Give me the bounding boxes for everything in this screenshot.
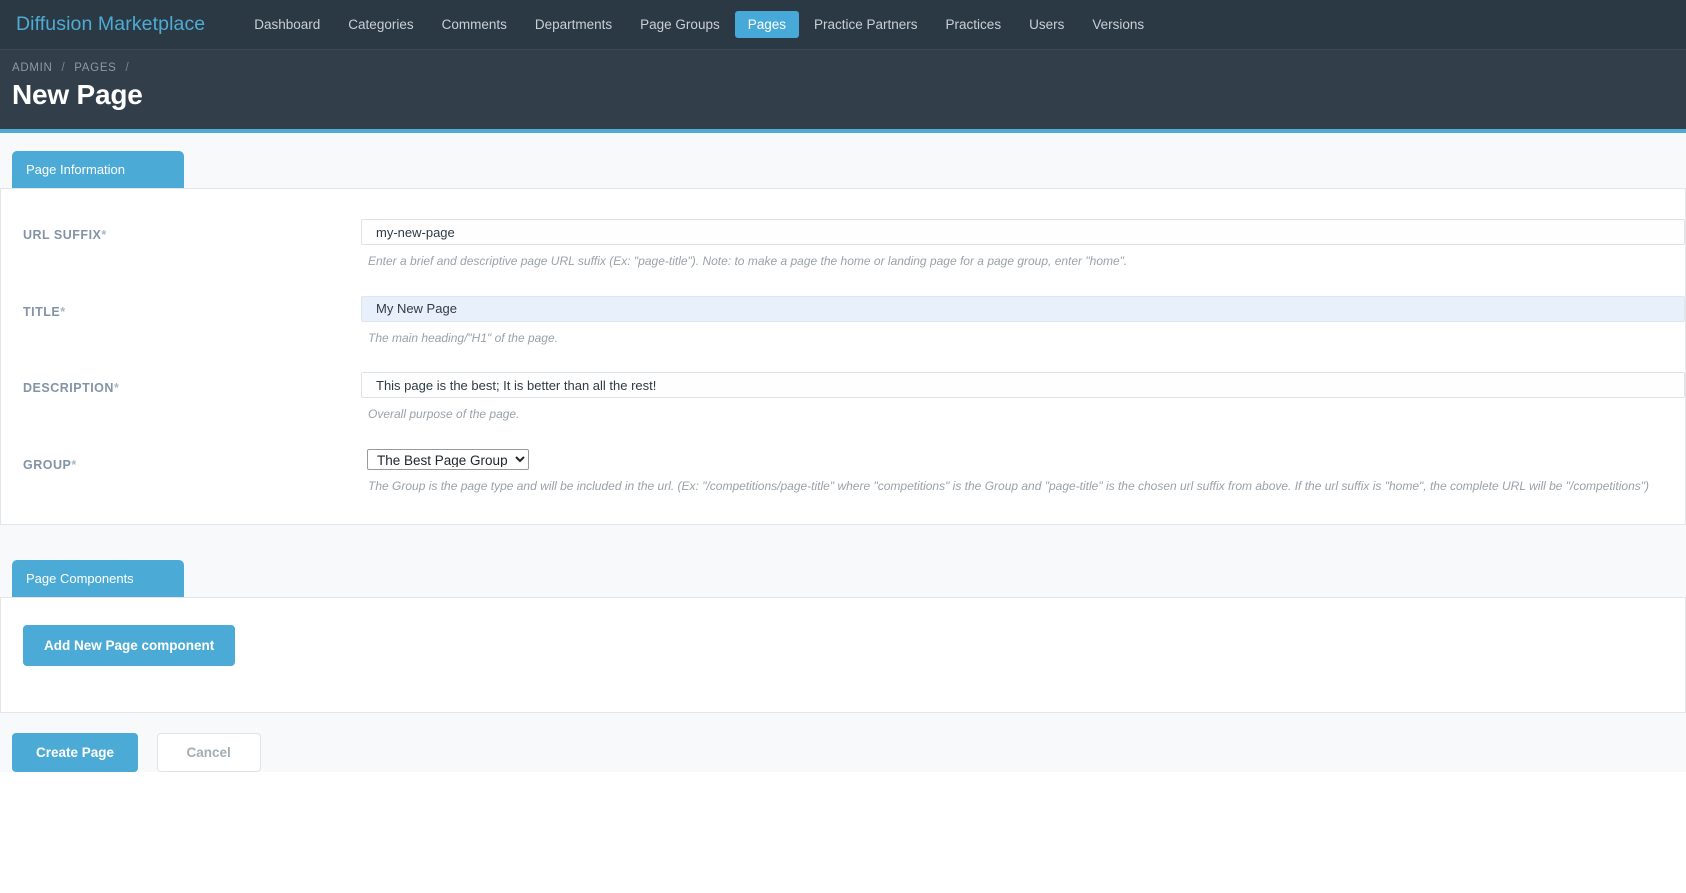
page-components-tab[interactable]: Page Components <box>12 560 184 598</box>
description-input[interactable] <box>361 372 1685 399</box>
field-url-suffix: Enter a brief and descriptive page URL s… <box>361 219 1685 270</box>
page-information-tab[interactable]: Page Information <box>12 151 184 188</box>
label-group-text: GROUP <box>23 457 72 472</box>
add-new-page-component-button[interactable]: Add New Page component <box>23 625 236 667</box>
panel-bottom-spacer <box>1 494 1685 524</box>
group-select[interactable]: The Best Page Group <box>367 448 529 470</box>
nav-link-practices[interactable]: Practices <box>933 11 1015 38</box>
primary-nav: Dashboard Categories Comments Department… <box>240 11 1158 38</box>
form-row-url-suffix: URL SUFFIX* Enter a brief and descriptiv… <box>1 219 1685 270</box>
page-information-tab-row: Page Information <box>0 133 1686 188</box>
form-row-group: GROUP* The Best Page Group The Group is … <box>1 448 1685 495</box>
page-information-body: URL SUFFIX* Enter a brief and descriptiv… <box>0 188 1686 526</box>
main-content: Page Information URL SUFFIX* Enter a bri… <box>0 133 1686 773</box>
nav-link-users[interactable]: Users <box>1016 11 1077 38</box>
field-description: Overall purpose of the page. <box>361 372 1685 423</box>
label-description-text: DESCRIPTION <box>23 381 114 396</box>
field-title: The main heading/"H1" of the page. <box>361 295 1685 347</box>
help-url-suffix: Enter a brief and descriptive page URL s… <box>368 254 1128 268</box>
page-components-body: Add New Page component <box>0 597 1686 714</box>
page-components-panel: Page Components Add New Page component <box>0 542 1686 714</box>
required-marker-title: * <box>60 304 66 319</box>
row-spacer-2 <box>1 346 1685 372</box>
brand-logo[interactable]: Diffusion Marketplace <box>11 13 210 36</box>
breadcrumb-item-admin[interactable]: ADMIN <box>12 62 53 74</box>
nav-link-departments[interactable]: Departments <box>522 11 625 38</box>
row-spacer-3 <box>1 423 1685 449</box>
create-page-button[interactable]: Create Page <box>12 733 139 773</box>
required-marker-description: * <box>113 381 120 396</box>
nav-link-versions[interactable]: Versions <box>1079 11 1157 38</box>
url-suffix-input[interactable] <box>361 219 1685 245</box>
help-title: The main heading/"H1" of the page. <box>368 330 558 345</box>
help-description: Overall purpose of the page. <box>368 407 520 422</box>
label-url-suffix-text: URL SUFFIX <box>23 228 102 242</box>
breadcrumb-item-pages[interactable]: PAGES <box>74 62 116 74</box>
page-components-tab-row: Page Components <box>0 542 1686 598</box>
nav-link-comments[interactable]: Comments <box>429 11 520 38</box>
breadcrumb-separator: / <box>61 62 66 74</box>
field-group: The Best Page Group The Group is the pag… <box>361 448 1685 495</box>
label-title-text: TITLE <box>23 304 61 319</box>
breadcrumb: ADMIN / PAGES / <box>12 62 1674 74</box>
form-row-title: TITLE* The main heading/"H1" of the page… <box>1 295 1685 347</box>
label-title: TITLE* <box>1 296 361 319</box>
page-title: New Page <box>12 79 143 110</box>
required-marker-url-suffix: * <box>101 228 107 242</box>
nav-link-dashboard[interactable]: Dashboard <box>241 11 333 38</box>
nav-link-pages[interactable]: Pages <box>734 11 799 38</box>
label-url-suffix: URL SUFFIX* <box>1 219 361 242</box>
row-spacer-1 <box>1 270 1685 296</box>
title-input[interactable] <box>361 295 1685 322</box>
top-navbar: Diffusion Marketplace Dashboard Categori… <box>0 0 1686 49</box>
breadcrumb-separator-2: / <box>125 62 130 74</box>
nav-link-page-groups[interactable]: Page Groups <box>627 11 733 38</box>
page-information-panel: Page Information URL SUFFIX* Enter a bri… <box>0 133 1686 526</box>
form-actions: Create Page Cancel <box>0 713 1686 773</box>
form-row-description: DESCRIPTION* Overall purpose of the page… <box>1 372 1685 423</box>
nav-link-practice-partners[interactable]: Practice Partners <box>801 11 931 38</box>
label-description: DESCRIPTION* <box>1 372 361 395</box>
help-group: The Group is the page type and will be i… <box>368 478 1649 493</box>
page-header: ADMIN / PAGES / New Page <box>0 49 1686 133</box>
required-marker-group: * <box>71 457 77 472</box>
panel-gap <box>0 525 1686 543</box>
nav-link-categories[interactable]: Categories <box>335 11 426 38</box>
panel-top-spacer <box>1 189 1685 219</box>
label-group: GROUP* <box>1 449 361 472</box>
cancel-button[interactable]: Cancel <box>156 733 261 773</box>
